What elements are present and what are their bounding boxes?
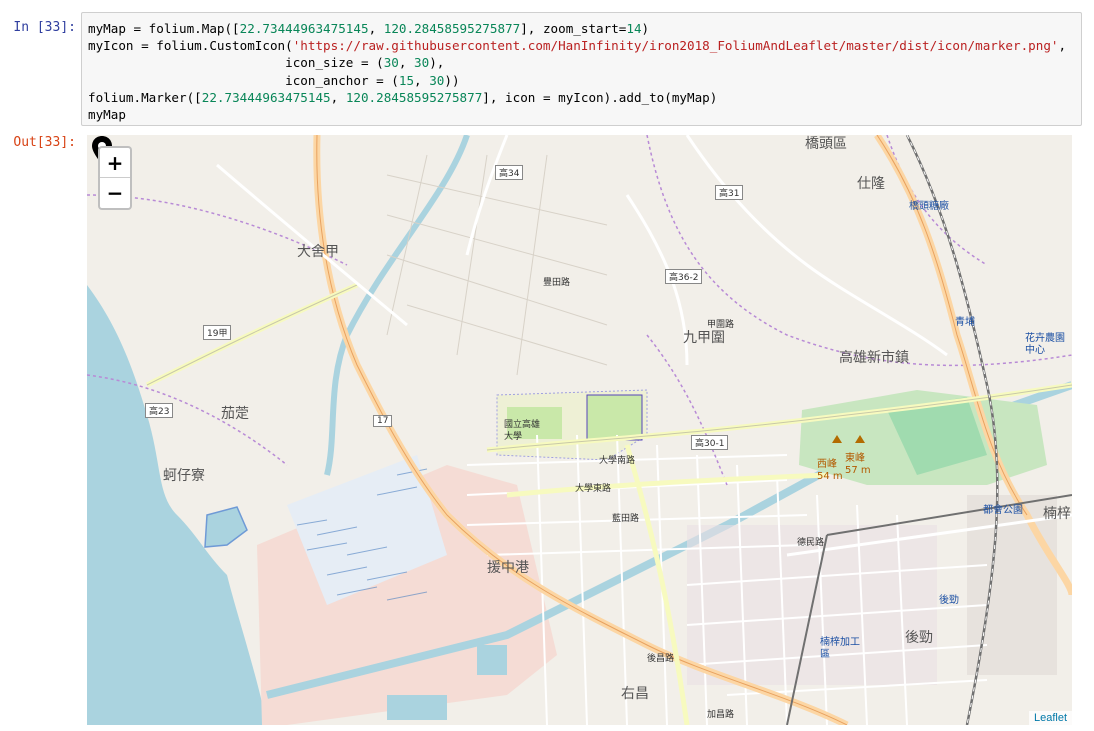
- output-prompt: Out[33]:: [13, 135, 76, 150]
- label-export-zone: 楠梓加工區: [820, 637, 860, 660]
- zoom-out-button[interactable]: −: [100, 178, 130, 208]
- label-lantian: 藍田路: [612, 514, 640, 524]
- shield-kao23: 高23: [145, 403, 174, 418]
- shield-kao31: 高31: [715, 185, 744, 200]
- label-dashe: 大舍甲: [297, 244, 339, 260]
- label-west-peak: 西峰 54 m: [817, 459, 843, 482]
- label-daxue-east: 大學東路: [575, 484, 612, 494]
- label-jiuchuan: 九甲圍: [683, 330, 725, 346]
- label-fengtian: 豐田路: [543, 278, 571, 288]
- shield-kao34: 高34: [495, 165, 524, 180]
- label-yuanzhong: 援中港: [487, 560, 529, 576]
- label-houjin-station: 後勁: [939, 595, 959, 606]
- code-editor[interactable]: myMap = folium.Map([22.73444963475145, 1…: [82, 13, 1081, 130]
- label-jiachang: 加昌路: [707, 710, 735, 720]
- map-view[interactable]: 大舍甲 茄萣 蚵仔寮 國立高雄大學 九甲圍 高雄新市鎮 仕隆 橋頭區 援中港 後…: [87, 135, 1072, 725]
- label-qiaotou: 橋頭區: [805, 136, 847, 152]
- zoom-in-button[interactable]: +: [100, 148, 130, 178]
- shield-kao30-1: 高30-1: [691, 435, 729, 450]
- label-east-peak: 東峰 57 m: [845, 453, 871, 476]
- label-renlong: 仕隆: [857, 176, 885, 192]
- label-nanzi: 楠梓: [1043, 506, 1071, 522]
- label-metro-park: 都會公園: [983, 505, 1023, 516]
- input-prompt: In [33]:: [13, 20, 76, 35]
- label-flower-center: 花卉農園中心: [1025, 333, 1065, 356]
- shield-19jia: 19甲: [203, 325, 232, 340]
- label-qiezhi: 茄萣: [221, 406, 249, 422]
- label-demin: 德民路: [797, 538, 825, 548]
- attribution-link[interactable]: Leaflet: [1028, 711, 1072, 725]
- shield-kao36-2: 高36-2: [665, 269, 703, 284]
- shield-17: 17: [373, 415, 393, 427]
- label-youchang: 右昌: [621, 686, 649, 702]
- label-daxue-south: 大學南路: [599, 456, 636, 466]
- label-jiawei: 甲圍路: [707, 320, 735, 330]
- zoom-control: + −: [98, 146, 132, 210]
- label-houjin: 後勁: [905, 630, 933, 646]
- label-kezaiiliao: 蚵仔寮: [163, 468, 205, 484]
- label-qingpu: 青埔: [955, 317, 975, 328]
- code-cell[interactable]: myMap = folium.Map([22.73444963475145, 1…: [81, 12, 1082, 126]
- label-university: 國立高雄大學: [504, 420, 541, 442]
- label-sugar-factory: 橋頭糖廠: [909, 201, 949, 212]
- label-houchang: 後昌路: [647, 654, 675, 664]
- label-gaoxiong-new-town: 高雄新市鎮: [839, 350, 909, 366]
